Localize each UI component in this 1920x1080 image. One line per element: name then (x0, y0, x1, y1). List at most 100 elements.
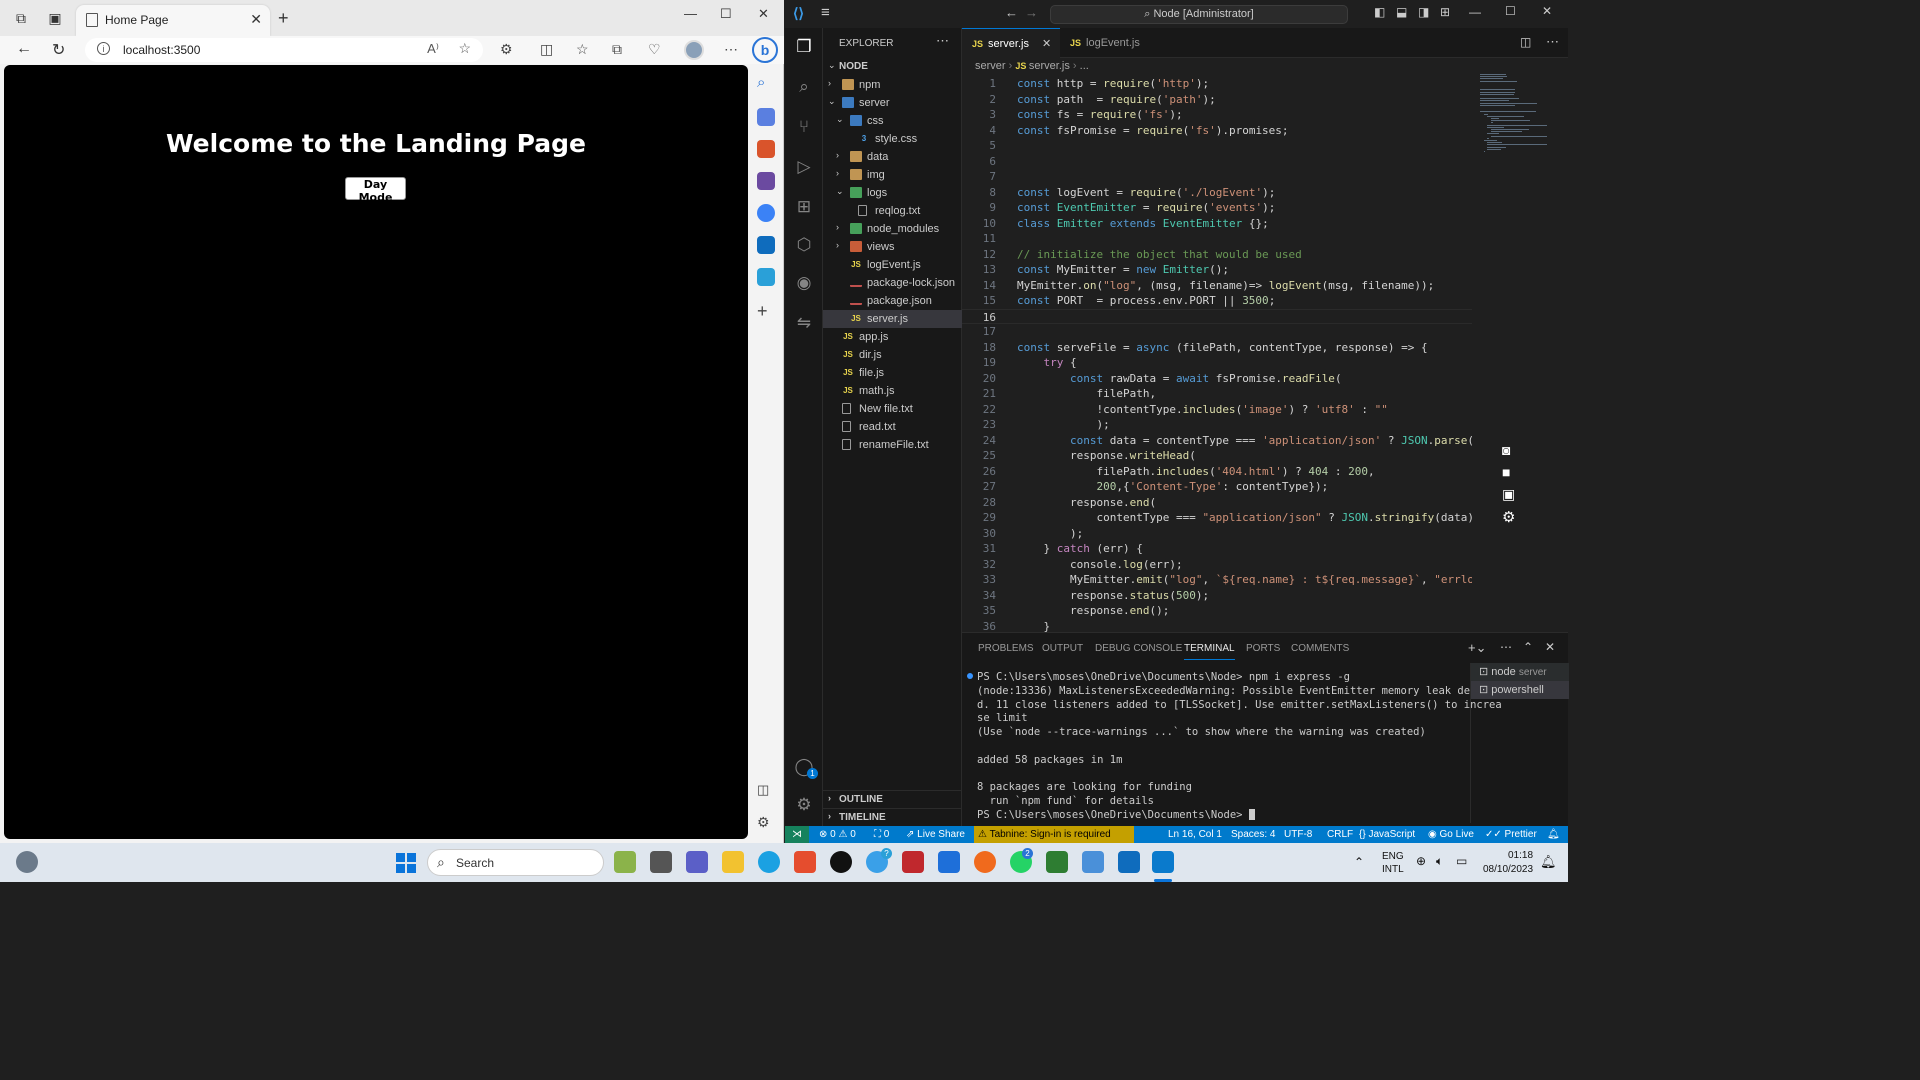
line-text[interactable]: console.log(err); (1017, 557, 1183, 573)
line-text[interactable]: response.writeHead( (1017, 448, 1196, 464)
app-icon[interactable] (1082, 851, 1104, 873)
tree-item[interactable]: New file.txt (823, 400, 962, 418)
tree-root-node[interactable]: ⌄ NODE (823, 58, 962, 76)
shopping-icon[interactable] (757, 108, 775, 126)
editor-tab-logevent-js[interactable]: JS logEvent.js (1060, 28, 1158, 58)
microsoft-365-icon[interactable] (757, 204, 775, 222)
remote-indicator-icon[interactable]: ⋊ (785, 826, 809, 843)
code-line[interactable]: 4 const fsPromise = require('fs').promise… (962, 123, 1472, 139)
search-icon[interactable]: ⌕ (757, 74, 775, 92)
line-text[interactable]: const fs = require('fs'); (1017, 107, 1183, 123)
maximize-button[interactable]: ☐ (1505, 4, 1516, 18)
code-line[interactable]: 22 !contentType.includes('image') ? 'utf… (962, 402, 1472, 418)
mcafee-icon[interactable] (902, 851, 924, 873)
code-line[interactable]: 35 response.end(); (962, 603, 1472, 619)
start-windows-icon[interactable] (396, 853, 416, 873)
code-line[interactable]: 8 const logEvent = require('./logEvent'); (962, 185, 1472, 201)
language-status[interactable]: {} JavaScript (1359, 826, 1415, 843)
line-text[interactable]: 200,{'Content-Type': contentType}); (1017, 479, 1328, 495)
maximize-button[interactable]: ☐ (720, 6, 732, 22)
camera-icon[interactable]: ◙ (1502, 442, 1510, 458)
split-screen-icon[interactable]: ◫ (540, 41, 553, 58)
chevron-down-icon[interactable]: ⌄ (836, 114, 844, 125)
network-icon[interactable]: ⊕ (1416, 854, 1426, 868)
code-editor[interactable]: 1 const http = require('http'); 2 const pat… (962, 74, 1472, 632)
tree-item[interactable]: renameFile.txt (823, 436, 962, 454)
line-text[interactable]: } catch (err) { (1017, 541, 1142, 557)
chevron-right-icon[interactable]: › (836, 222, 839, 232)
code-line[interactable]: 17 (962, 324, 1472, 340)
tree-item[interactable]: JS server.js (823, 310, 962, 328)
language-indicator-bottom[interactable]: INTL (1382, 864, 1404, 875)
tree-item[interactable]: › npm (823, 76, 962, 94)
address-bar[interactable]: i localhost:3500 A⁾ ☆ (85, 38, 483, 62)
chevron-right-icon[interactable]: › (828, 78, 831, 88)
toggle-panel-icon[interactable]: ⬓ (1396, 5, 1407, 19)
breadcrumb-symbol[interactable]: ... (1080, 60, 1089, 72)
collections-icon[interactable]: ⧉ (612, 41, 622, 58)
edge-icon[interactable] (758, 851, 780, 873)
day-mode-button[interactable]: Day Mode (345, 177, 406, 204)
line-text[interactable]: const logEvent = require('./logEvent'); (1017, 185, 1275, 201)
workspaces-icon[interactable]: ⧉ (12, 9, 30, 27)
close-panel-icon[interactable]: ✕ (1545, 640, 1555, 654)
notifications-bell-icon[interactable]: 🔔︎ (1547, 826, 1560, 843)
terminal-item-powershell[interactable]: ⊡ powershell (1471, 681, 1569, 699)
postman-icon[interactable] (974, 851, 996, 873)
code-line[interactable]: 12 // initialize the object that would be… (962, 247, 1472, 263)
code-line[interactable]: 15 const PORT = process.env.PORT || 3500; (962, 293, 1472, 309)
code-line[interactable]: 21 filePath, (962, 386, 1472, 402)
code-line[interactable]: 18 const serveFile = async (filePath, con… (962, 340, 1472, 356)
forward-arrow-icon[interactable]: → (1025, 5, 1038, 20)
tree-item[interactable]: JS dir.js (823, 346, 962, 364)
chevron-right-icon[interactable]: › (836, 240, 839, 250)
line-text[interactable]: } (1017, 619, 1050, 633)
tab-debug-console[interactable]: DEBUG CONSOLE (1095, 643, 1182, 654)
chevron-down-icon[interactable]: ⌄ (828, 96, 836, 107)
teams-icon[interactable] (686, 851, 708, 873)
close-tab-icon[interactable]: ✕ (250, 11, 262, 28)
settings-gear-icon[interactable]: ⚙ (757, 814, 775, 832)
tab-comments[interactable]: COMMENTS (1291, 643, 1349, 654)
line-text[interactable]: MyEmitter.emit("log", `${req.name} : t${… (1017, 572, 1472, 588)
toggle-secondary-sidebar-icon[interactable]: ◨ (1418, 5, 1429, 19)
code-line[interactable]: 29 contentType === "application/json" ? … (962, 510, 1472, 526)
chevron-right-icon[interactable]: › (836, 168, 839, 178)
tree-item[interactable]: 3 style.css (823, 130, 962, 148)
code-line[interactable]: 36 } (962, 619, 1472, 633)
code-line[interactable]: 33 MyEmitter.emit("log", `${req.name} : … (962, 572, 1472, 588)
add-icon[interactable]: + (757, 302, 775, 320)
code-line[interactable]: 20 const rawData = await fsPromise.readF… (962, 371, 1472, 387)
code-line[interactable]: 26 filePath.includes('404.html') ? 404 :… (962, 464, 1472, 480)
outlook-icon[interactable] (1118, 851, 1140, 873)
line-text[interactable]: response.end(); (1017, 603, 1169, 619)
breadcrumb-file[interactable]: server.js (1029, 60, 1070, 72)
testing-icon[interactable]: ⬡ (793, 234, 815, 256)
settings-gear-icon[interactable]: ⚙ (1502, 508, 1515, 526)
code-line[interactable]: 9 const EventEmitter = require('events'); (962, 200, 1472, 216)
line-text[interactable]: const EventEmitter = require('events'); (1017, 200, 1275, 216)
code-line[interactable]: 2 const path = require('path'); (962, 92, 1472, 108)
favorites-icon[interactable]: ☆ (576, 41, 589, 58)
breadcrumb-folder[interactable]: server (975, 60, 1006, 72)
editor-tab-server-js[interactable]: JS server.js ✕ (962, 28, 1060, 58)
panel-more-icon[interactable]: ⋯ (1500, 640, 1512, 654)
line-text[interactable]: const path = require('path'); (1017, 92, 1216, 108)
new-terminal-icon[interactable]: +⌄ (1468, 640, 1486, 656)
line-text[interactable]: // initialize the object that would be u… (1017, 247, 1302, 263)
terminal-item-node[interactable]: ⊡ node server (1471, 663, 1569, 681)
code-line[interactable]: 14 MyEmitter.on("log", (msg, filename)=> … (962, 278, 1472, 294)
menu-hamburger-icon[interactable]: ≡ (821, 4, 830, 21)
sidebar-toggle-icon[interactable]: ◫ (757, 782, 775, 800)
code-line[interactable]: 19 try { (962, 355, 1472, 371)
code-line[interactable]: 10 class Emitter extends EventEmitter {}; (962, 216, 1472, 232)
code-line[interactable]: 30 ); (962, 526, 1472, 542)
explorer-more-icon[interactable]: ⋯ (936, 33, 949, 49)
outline-section[interactable]: › OUTLINE (823, 790, 962, 808)
command-center[interactable]: ⌕ Node [Administrator] (1050, 5, 1348, 24)
code-line[interactable]: 11 (962, 231, 1472, 247)
url-text[interactable]: localhost:3500 (123, 43, 200, 57)
tree-item[interactable]: JS app.js (823, 328, 962, 346)
command-center-text[interactable]: Node [Administrator] (1153, 8, 1253, 20)
outlook-icon[interactable] (757, 236, 775, 254)
